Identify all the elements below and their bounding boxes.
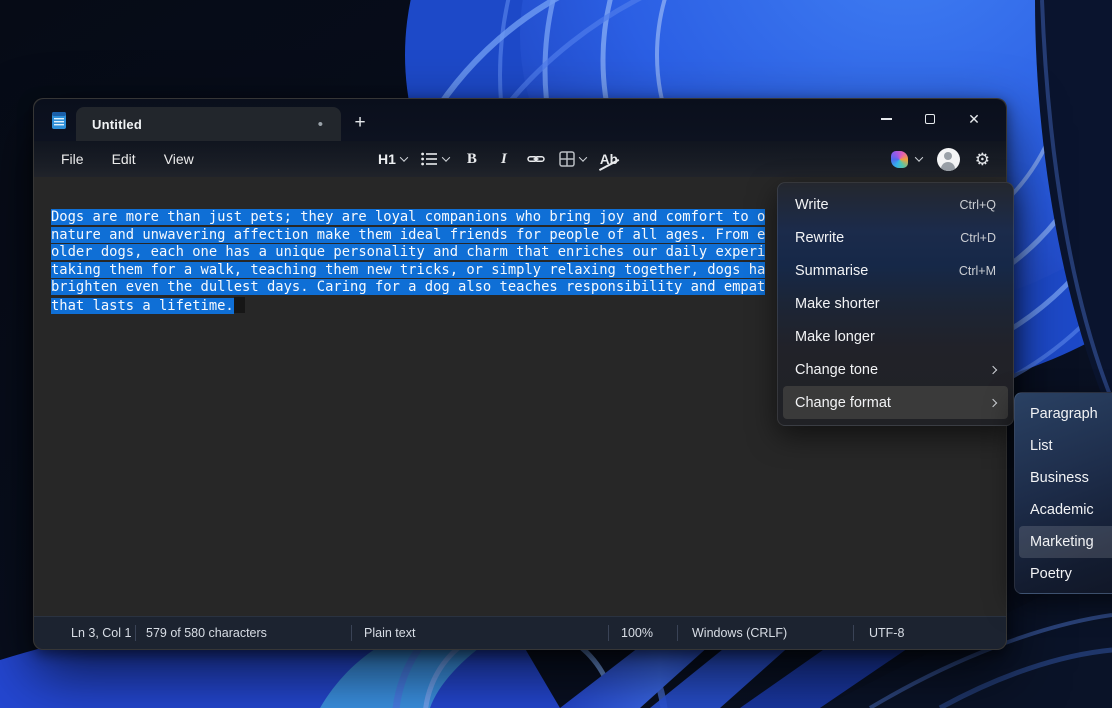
submenu-item-poetry[interactable]: Poetry xyxy=(1019,558,1112,590)
text-line: older dogs, each one has a unique person… xyxy=(51,244,765,262)
cursor-position: Ln 3, Col 1 xyxy=(71,626,131,640)
chevron-right-icon xyxy=(989,365,997,373)
table-icon xyxy=(559,151,575,167)
clear-formatting-button[interactable]: Ab xyxy=(596,145,622,173)
zoom-level[interactable]: 100% xyxy=(621,626,653,640)
menu-item-make-longer[interactable]: Make longer xyxy=(783,320,1008,353)
text-line: taking them for a walk, teaching them ne… xyxy=(51,262,765,280)
encoding[interactable]: UTF-8 xyxy=(869,626,904,640)
status-divider xyxy=(608,625,609,641)
toolbar-right-group: ⚙ xyxy=(891,141,990,177)
menu-item-write[interactable]: Write Ctrl+Q xyxy=(783,188,1008,221)
insert-table-dropdown[interactable] xyxy=(555,145,590,173)
menu-item-summarise[interactable]: Summarise Ctrl+M xyxy=(783,254,1008,287)
bold-button[interactable]: B xyxy=(459,145,485,173)
chevron-down-icon xyxy=(400,153,408,161)
window-controls: ✕ xyxy=(864,103,996,135)
menu-item-change-tone[interactable]: Change tone xyxy=(783,353,1008,386)
document-type: Plain text xyxy=(364,626,415,640)
account-avatar[interactable] xyxy=(937,148,960,171)
status-bar: Ln 3, Col 1 579 of 580 characters Plain … xyxy=(34,616,1006,649)
document-text: Dogs are more than just pets; they are l… xyxy=(51,209,765,315)
heading-style-dropdown[interactable]: H1 xyxy=(374,145,411,173)
italic-button[interactable]: I xyxy=(491,145,517,173)
notepad-app-icon xyxy=(51,110,67,130)
status-divider xyxy=(853,625,854,641)
chevron-down-icon xyxy=(579,153,587,161)
minimize-button[interactable] xyxy=(864,103,908,135)
settings-gear-icon[interactable]: ⚙ xyxy=(975,151,990,168)
chevron-right-icon xyxy=(989,398,997,406)
submenu-item-list[interactable]: List xyxy=(1019,430,1112,462)
menu-item-rewrite[interactable]: Rewrite Ctrl+D xyxy=(783,221,1008,254)
menu-item-make-shorter[interactable]: Make shorter xyxy=(783,287,1008,320)
close-button[interactable]: ✕ xyxy=(952,103,996,135)
copilot-icon xyxy=(891,151,908,168)
submenu-item-marketing[interactable]: Marketing xyxy=(1019,526,1112,558)
title-bar[interactable]: Untitled • + ✕ xyxy=(34,99,1006,141)
text-line: nature and unwavering affection make the… xyxy=(51,227,765,245)
formatting-toolbar: H1 B I xyxy=(374,141,622,177)
text-line: brighten even the dullest days. Caring f… xyxy=(51,279,765,297)
tab-untitled[interactable]: Untitled • xyxy=(76,107,341,141)
status-divider xyxy=(677,625,678,641)
submenu-item-paragraph[interactable]: Paragraph xyxy=(1019,398,1112,430)
character-count: 579 of 580 characters xyxy=(146,626,267,640)
menu-file[interactable]: File xyxy=(48,146,97,172)
unsaved-indicator-dot: • xyxy=(318,117,323,132)
line-endings[interactable]: Windows (CRLF) xyxy=(692,626,787,640)
close-icon: ✕ xyxy=(968,112,980,126)
link-icon xyxy=(527,151,545,167)
list-style-dropdown[interactable] xyxy=(417,145,453,173)
change-format-submenu: Paragraph List Business Academic Marketi… xyxy=(1014,392,1112,594)
submenu-item-academic[interactable]: Academic xyxy=(1019,494,1112,526)
avatar-person-icon xyxy=(944,152,952,160)
shortcut-label: Ctrl+D xyxy=(960,231,996,245)
menu-toolbar-row: File Edit View H1 B I xyxy=(34,141,1006,177)
insert-link-button[interactable] xyxy=(523,145,549,173)
minimize-icon xyxy=(881,118,892,120)
copilot-dropdown[interactable] xyxy=(891,151,922,168)
chevron-down-icon xyxy=(442,153,450,161)
menu-item-change-format[interactable]: Change format xyxy=(783,386,1008,419)
shortcut-label: Ctrl+Q xyxy=(960,198,996,212)
status-divider xyxy=(351,625,352,641)
text-line: Dogs are more than just pets; they are l… xyxy=(51,209,765,227)
maximize-button[interactable] xyxy=(908,103,952,135)
status-divider xyxy=(135,625,136,641)
clear-formatting-icon: Ab xyxy=(600,152,618,167)
new-tab-button[interactable]: + xyxy=(346,110,374,136)
text-cursor xyxy=(234,297,245,313)
bullet-list-icon xyxy=(421,152,438,166)
maximize-icon xyxy=(925,114,935,124)
text-line: that lasts a lifetime. xyxy=(51,297,765,316)
shortcut-label: Ctrl+M xyxy=(959,264,996,278)
chevron-down-icon xyxy=(915,153,923,161)
submenu-item-business[interactable]: Business xyxy=(1019,462,1112,494)
copilot-menu: Write Ctrl+Q Rewrite Ctrl+D Summarise Ct… xyxy=(777,182,1014,426)
menu-edit[interactable]: Edit xyxy=(99,146,149,172)
tab-title: Untitled xyxy=(92,117,142,132)
menu-view[interactable]: View xyxy=(151,146,207,172)
